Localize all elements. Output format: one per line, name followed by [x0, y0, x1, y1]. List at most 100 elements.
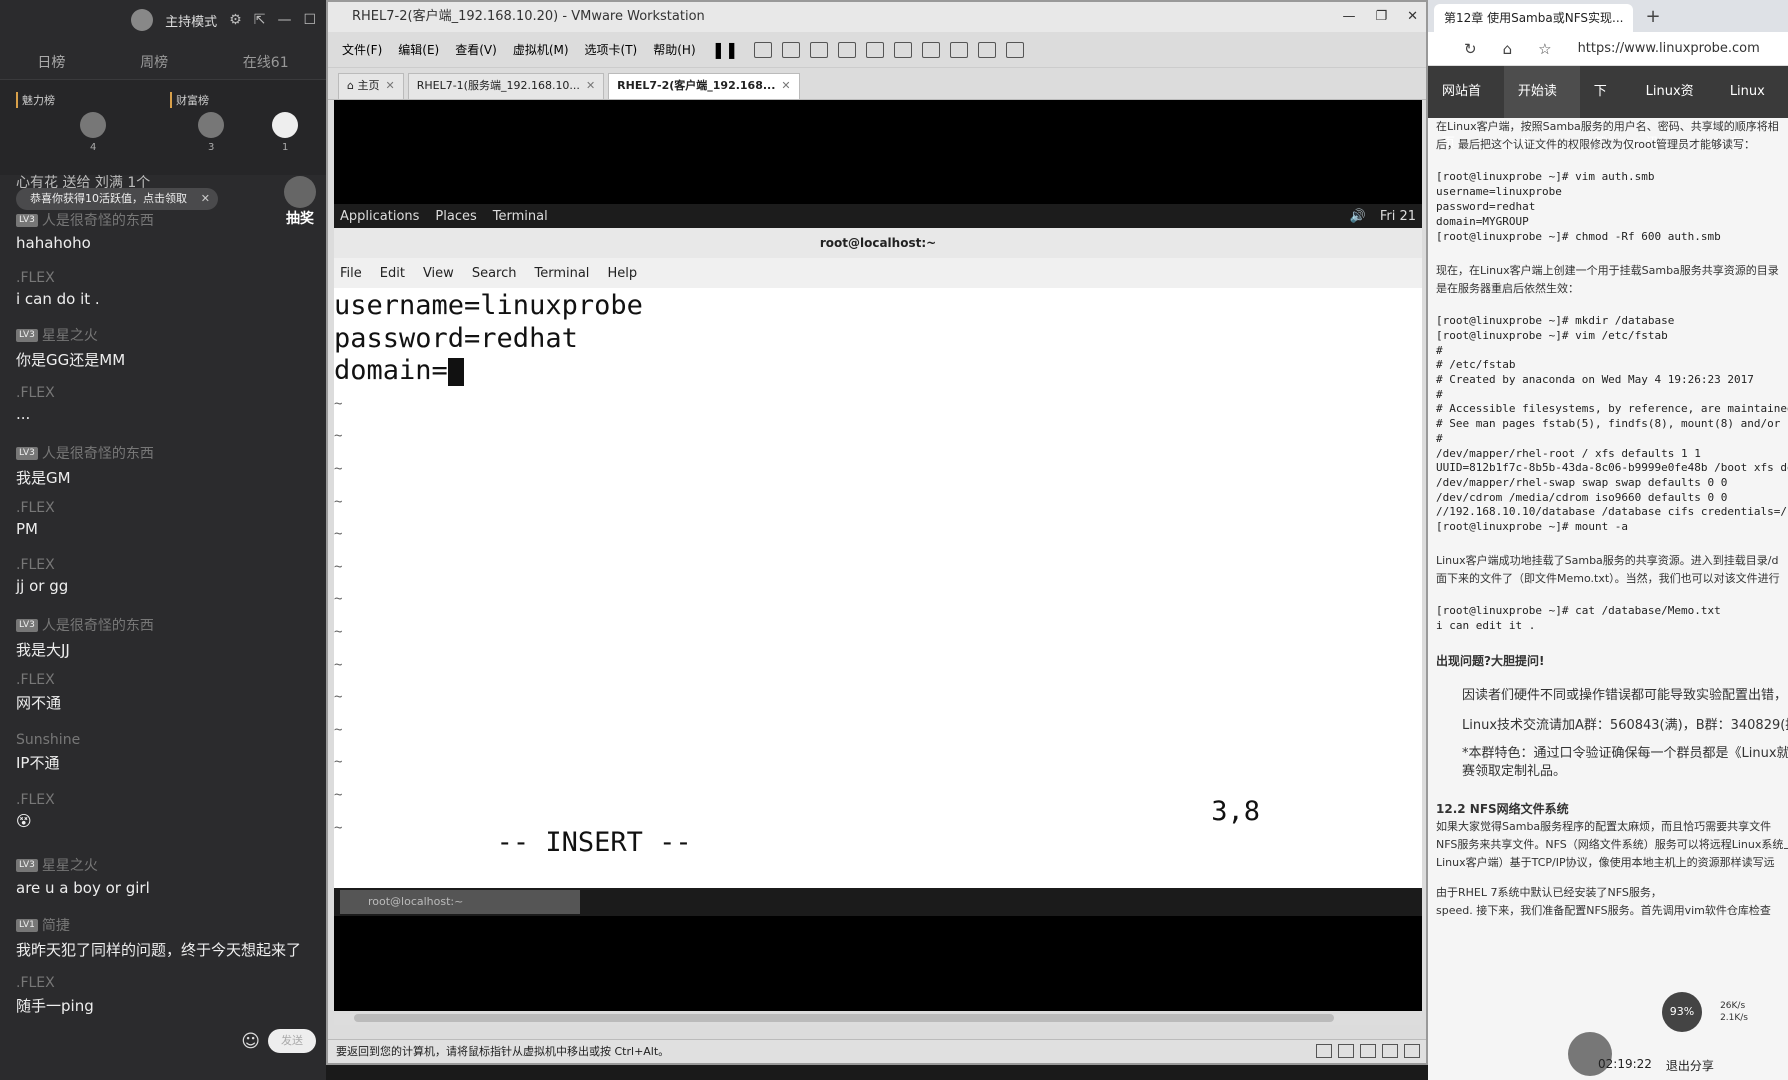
disk-icon[interactable]: [1316, 1044, 1332, 1058]
chat-username[interactable]: LV3 星星之火: [16, 855, 316, 875]
close-icon[interactable]: ✕: [781, 79, 790, 92]
minimize-icon[interactable]: —: [277, 12, 291, 28]
terminal-menu-view[interactable]: View: [423, 266, 454, 281]
send-button[interactable]: 发送: [268, 1029, 316, 1053]
taskbar-terminal-item[interactable]: root@localhost:~: [340, 890, 580, 914]
chat-username[interactable]: .FLEX: [16, 975, 316, 991]
rank-avatar[interactable]: [198, 112, 224, 138]
clock[interactable]: Fri 21: [1380, 209, 1416, 224]
stretch-icon[interactable]: [1006, 41, 1025, 58]
library-icon[interactable]: [866, 41, 885, 58]
nav-news[interactable]: Linux资讯: [1632, 66, 1716, 151]
usb-icon[interactable]: [1360, 1044, 1376, 1058]
fullscreen-icon[interactable]: [922, 41, 941, 58]
menu-help[interactable]: 帮助(H): [653, 41, 695, 58]
terminal-menu-terminal[interactable]: Terminal: [534, 266, 589, 281]
article-text: *本群特色：通过口令验证确保每一个群员都是《Linux就: [1462, 746, 1788, 761]
reward-notice[interactable]: 恭喜你获得10活跃值，点击领取 ✕: [16, 188, 218, 210]
chat-username[interactable]: LV3 星星之火: [16, 325, 316, 345]
menu-vm[interactable]: 虚拟机(M): [513, 41, 569, 58]
menu-tabs[interactable]: 选项卡(T): [585, 41, 638, 58]
places-menu[interactable]: Places: [435, 209, 476, 224]
emoji-icon[interactable]: ☺: [241, 1031, 260, 1052]
printer-icon[interactable]: [1382, 1044, 1398, 1058]
close-icon[interactable]: ✕: [385, 79, 394, 92]
popout-icon[interactable]: ⇱: [254, 12, 266, 28]
reload-icon[interactable]: ↻: [1464, 40, 1477, 58]
nav-home[interactable]: 网站首页: [1428, 66, 1504, 151]
revert-snapshot-icon[interactable]: [810, 41, 829, 58]
empty-line-marker: ~: [334, 493, 343, 510]
snapshot-icon[interactable]: [782, 41, 801, 58]
exit-share-button[interactable]: 退出分享: [1666, 1057, 1714, 1074]
chat-username[interactable]: LV3 人是很奇怪的东西: [16, 443, 316, 463]
tab-online[interactable]: 在线61: [243, 52, 289, 72]
chat-username[interactable]: LV3 人是很奇怪的东西: [16, 210, 316, 230]
tab-daily[interactable]: 日榜: [37, 52, 65, 72]
terminal-app-label[interactable]: Terminal: [493, 209, 548, 224]
chat-username[interactable]: .FLEX: [16, 672, 316, 688]
bookmark-icon[interactable]: ☆: [1538, 40, 1551, 58]
nav-books[interactable]: Linux书: [1716, 66, 1788, 151]
nav-read[interactable]: 开始读书: [1503, 66, 1580, 151]
network-icon[interactable]: [1338, 1044, 1354, 1058]
menu-edit[interactable]: 编辑(E): [398, 41, 439, 58]
thumbnail-icon[interactable]: [894, 41, 913, 58]
chat-text: 😵: [16, 812, 32, 830]
unity-icon[interactable]: [950, 41, 969, 58]
message-icon[interactable]: [1404, 1044, 1420, 1058]
browser-tab[interactable]: 第12章 使用Samba或NFS实现...: [1434, 4, 1634, 32]
chat-username[interactable]: LV1 简捷: [16, 915, 316, 935]
tab-server-vm[interactable]: RHEL7-1(服务端_192.168.10... ✕: [407, 73, 605, 99]
terminal-menu-search[interactable]: Search: [472, 266, 517, 281]
terminal-menu-edit[interactable]: Edit: [380, 266, 405, 281]
new-tab-icon[interactable]: +: [1645, 6, 1660, 27]
nav-download[interactable]: 下载: [1580, 66, 1632, 151]
close-icon[interactable]: ✕: [586, 79, 595, 92]
gnome-taskbar: root@localhost:~: [334, 888, 1422, 916]
chat-username[interactable]: .FLEX: [16, 500, 316, 516]
restore-icon[interactable]: ❐: [1375, 2, 1387, 32]
chat-message: .FLEX i can do it .: [16, 270, 316, 308]
chat-username[interactable]: .FLEX: [16, 270, 316, 286]
mode-label[interactable]: 主持模式: [165, 11, 217, 30]
terminal-menu-file[interactable]: File: [340, 266, 362, 281]
volume-icon[interactable]: 🔊: [1350, 209, 1366, 224]
article-text: Linux客户端成功地挂载了Samba服务的共享资源。进入到挂载目录/d: [1436, 554, 1779, 567]
chat-username[interactable]: .FLEX: [16, 385, 316, 401]
send-ctrl-alt-del-icon[interactable]: [754, 41, 773, 58]
rank-avatar[interactable]: [272, 112, 298, 138]
empty-line-marker: ~: [334, 558, 343, 575]
chat-username[interactable]: LV3 人是很奇怪的东西: [16, 615, 316, 635]
chat-username[interactable]: .FLEX: [16, 792, 316, 808]
menu-view[interactable]: 查看(V): [455, 41, 497, 58]
applications-menu[interactable]: Applications: [340, 209, 419, 224]
maximize-icon[interactable]: ☐: [303, 12, 316, 28]
rank-avatar[interactable]: [80, 112, 106, 138]
vm-screen[interactable]: Applications Places Terminal 🔊 Fri 21 ro…: [334, 100, 1422, 1025]
charm-rank-label[interactable]: 魅力榜: [16, 92, 55, 108]
tab-weekly[interactable]: 周榜: [140, 52, 168, 72]
close-icon[interactable]: ✕: [1407, 2, 1418, 32]
settings-icon[interactable]: ⚙: [229, 12, 242, 28]
host-avatar[interactable]: [131, 9, 154, 31]
text-cursor: [447, 357, 464, 386]
url-field[interactable]: https://www.linuxprobe.com: [1578, 41, 1760, 56]
vim-editor[interactable]: username=linuxprobe password=redhat doma…: [334, 290, 1422, 880]
console-icon[interactable]: [978, 41, 997, 58]
menu-file[interactable]: 文件(F): [342, 41, 382, 58]
home-icon[interactable]: ⌂: [1503, 40, 1513, 58]
terminal-menu-help[interactable]: Help: [607, 266, 637, 281]
chat-username[interactable]: .FLEX: [16, 557, 316, 573]
tab-home[interactable]: ⌂ 主页 ✕: [338, 73, 404, 99]
cpu-usage-badge[interactable]: 93%: [1662, 992, 1702, 1032]
snapshot-manager-icon[interactable]: [838, 41, 857, 58]
scroll-thumb[interactable]: [354, 1014, 1334, 1022]
pause-icon[interactable]: ❚❚: [712, 40, 739, 59]
minimize-icon[interactable]: —: [1342, 2, 1355, 32]
horizontal-scrollbar[interactable]: [334, 1011, 1422, 1025]
wealth-rank-label[interactable]: 财富榜: [170, 92, 209, 108]
chat-username[interactable]: Sunshine: [16, 732, 316, 748]
tab-client-vm[interactable]: RHEL7-2(客户端_192.168... ✕: [608, 73, 800, 99]
close-icon[interactable]: ✕: [201, 188, 210, 210]
